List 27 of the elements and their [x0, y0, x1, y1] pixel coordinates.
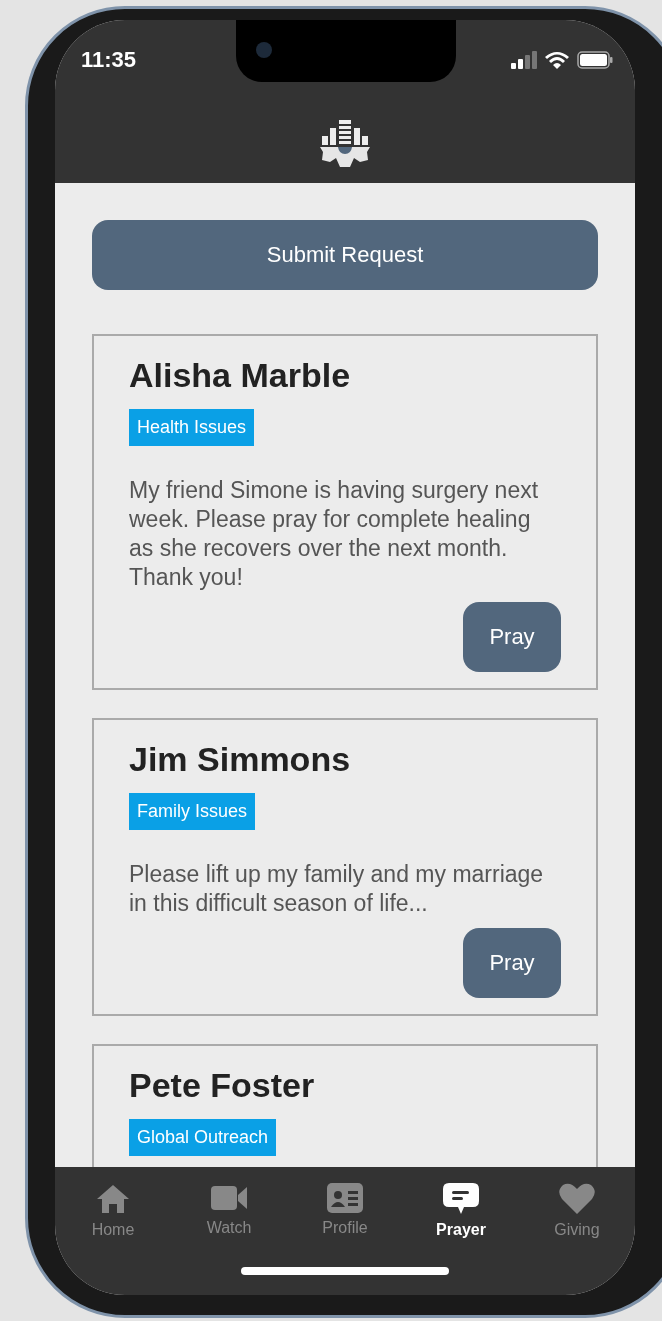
status-time: 11:35: [81, 47, 137, 73]
pray-button[interactable]: Pray: [463, 602, 561, 672]
tab-item[interactable]: Watch: [179, 1183, 279, 1239]
id-card-icon: [327, 1183, 363, 1213]
video-camera-icon: [210, 1183, 248, 1213]
pray-button[interactable]: Pray: [463, 928, 561, 998]
requester-name: Jim Simmons: [129, 740, 352, 779]
home-icon: [96, 1183, 130, 1215]
tab-item[interactable]: Profile: [295, 1183, 395, 1239]
requester-name: Pete Foster: [129, 1066, 316, 1105]
speech-bubble-icon: [443, 1183, 479, 1215]
camera-dot: [256, 42, 272, 58]
submit-request-button[interactable]: Submit Request: [92, 220, 598, 290]
request-message: My friend Simone is having surgery next week. Please pray for complete healing as she recovers over the next month. Thank you!: [129, 476, 540, 592]
request-message: Please lift up my family and my marriage in this difficult season of life...: [129, 860, 545, 918]
category-tag: Family Issues: [129, 793, 256, 830]
tab-item[interactable]: Home: [63, 1183, 163, 1239]
tab-item[interactable]: Giving: [527, 1183, 627, 1239]
category-tag: Global Outreach: [129, 1119, 277, 1156]
signal-icon: [511, 51, 537, 69]
requester-name: Alisha Marble: [129, 356, 352, 395]
category-tag: Health Issues: [129, 409, 255, 446]
heart-icon: [559, 1183, 595, 1215]
church-gear-logo-icon: [320, 120, 370, 168]
wifi-icon: [545, 51, 569, 69]
battery-icon: [577, 51, 613, 69]
tab-item[interactable]: Prayer: [411, 1183, 511, 1239]
